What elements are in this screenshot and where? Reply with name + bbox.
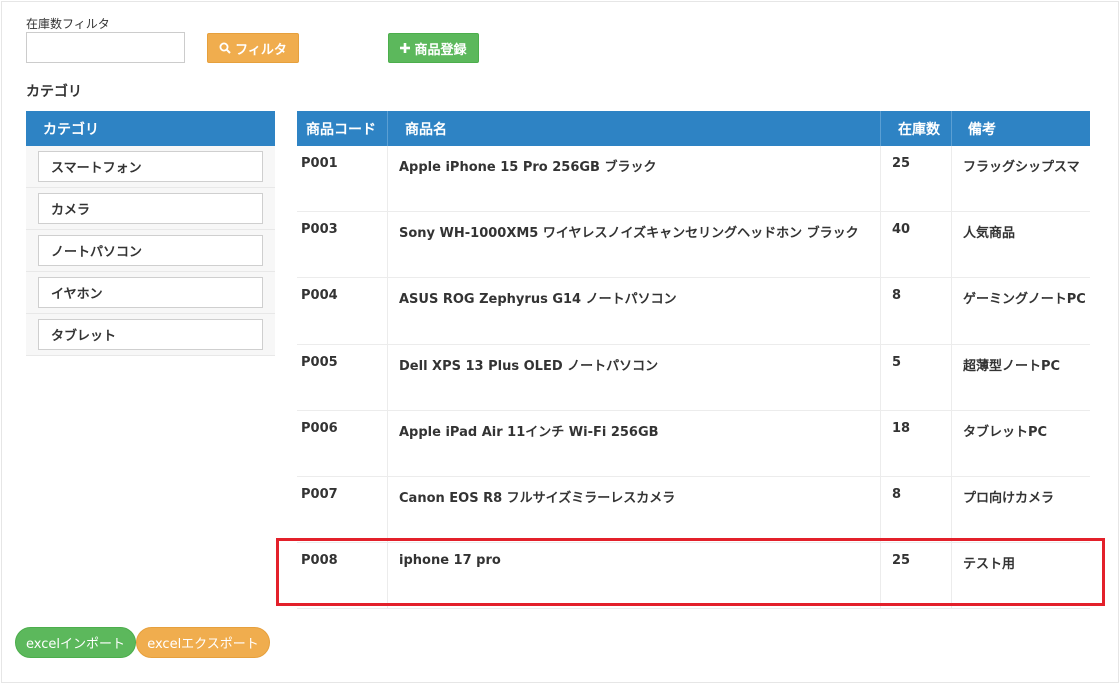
- category-item-earphones[interactable]: イヤホン: [38, 277, 263, 308]
- cell-note: フラッグシップスマ: [963, 160, 1080, 175]
- column-header-name[interactable]: 商品名: [388, 111, 881, 146]
- filter-button-label: フィルタ: [235, 42, 287, 58]
- table-header: 商品コード 商品名 在庫数 備考: [297, 111, 1090, 146]
- column-header-code[interactable]: 商品コード: [297, 111, 388, 146]
- cell-note: 超薄型ノートPC: [963, 358, 1061, 374]
- cell-name: Apple iPad Air 11インチ Wi-Fi 256GB: [388, 410, 881, 476]
- register-product-button-label: 商品登録: [414, 42, 467, 58]
- category-row: イヤホン: [26, 272, 275, 314]
- register-product-button[interactable]: 商品登録: [388, 33, 479, 63]
- category-item-camera[interactable]: カメラ: [38, 193, 263, 224]
- excel-export-button[interactable]: excelエクスポート: [136, 627, 270, 658]
- table-row[interactable]: P003 Sony WH-1000XM5 ワイヤレスノイズキャンセリングヘッドホ…: [297, 212, 1090, 279]
- cell-name: Dell XPS 13 Plus OLED ノートパソコン: [388, 344, 881, 410]
- cell-stock: 18: [881, 410, 952, 476]
- table-row[interactable]: P006 Apple iPad Air 11インチ Wi-Fi 256GB 18…: [297, 410, 1090, 477]
- cell-name: ASUS ROG Zephyrus G14 ノートパソコン: [388, 278, 881, 344]
- cell-stock: 25: [881, 146, 952, 212]
- cell-code: P005: [297, 344, 388, 410]
- column-header-stock[interactable]: 在庫数: [881, 111, 952, 146]
- cell-note: ゲーミングノートPC: [963, 292, 1086, 308]
- product-table: 商品コード 商品名 在庫数 備考 P001 Apple iPhone 15 Pr…: [297, 111, 1090, 609]
- cell-name: Apple iPhone 15 Pro 256GB ブラック: [388, 146, 881, 212]
- cell-code: P007: [297, 476, 388, 543]
- stock-filter-label: 在庫数フィルタ: [26, 17, 110, 31]
- category-row: ノートパソコン: [26, 230, 275, 272]
- cell-note: タブレットPC: [963, 424, 1048, 440]
- plus-icon: [400, 43, 411, 53]
- table-row[interactable]: P001 Apple iPhone 15 Pro 256GB ブラック 25 フ…: [297, 146, 1090, 213]
- category-item-smartphone[interactable]: スマートフォン: [38, 151, 263, 182]
- category-panel-title: カテゴリ: [26, 111, 275, 146]
- column-header-note[interactable]: 備考: [952, 111, 1090, 146]
- cell-stock: 25: [881, 543, 952, 609]
- cell-stock: 40: [881, 212, 952, 278]
- cell-stock: 8: [881, 476, 952, 543]
- stock-filter-input[interactable]: [26, 32, 185, 63]
- excel-import-button[interactable]: excelインポート: [15, 627, 136, 658]
- category-item-laptop[interactable]: ノートパソコン: [38, 235, 263, 266]
- cell-name: Sony WH-1000XM5 ワイヤレスノイズキャンセリングヘッドホン ブラッ…: [388, 212, 881, 278]
- category-row: スマートフォン: [26, 146, 275, 188]
- table-row[interactable]: P004 ASUS ROG Zephyrus G14 ノートパソコン 8 ゲーミ…: [297, 278, 1090, 345]
- category-row: タブレット: [26, 314, 275, 356]
- cell-code: P003: [297, 212, 388, 278]
- cell-code: P006: [297, 410, 388, 476]
- cell-stock: 8: [881, 278, 952, 344]
- table-row[interactable]: P007 Canon EOS R8 フルサイズミラーレスカメラ 8 プロ向けカメ…: [297, 476, 1090, 544]
- filter-button[interactable]: フィルタ: [207, 33, 299, 63]
- category-item-tablet[interactable]: タブレット: [38, 319, 263, 350]
- table-row[interactable]: P005 Dell XPS 13 Plus OLED ノートパソコン 5 超薄型…: [297, 344, 1090, 411]
- category-panel: カテゴリ スマートフォン カメラ ノートパソコン イヤホン タブレット: [26, 111, 275, 356]
- cell-stock: 5: [881, 344, 952, 410]
- cell-note: 人気商品: [963, 226, 1016, 242]
- cell-code: P008: [297, 543, 388, 609]
- cell-note: プロ向けカメラ: [963, 490, 1055, 506]
- table-row[interactable]: P008 iphone 17 pro 25 テスト用: [297, 543, 1090, 609]
- cell-name: Canon EOS R8 フルサイズミラーレスカメラ: [388, 476, 881, 543]
- search-icon: [219, 42, 231, 54]
- category-row: カメラ: [26, 188, 275, 230]
- cell-note: テスト用: [963, 557, 1016, 573]
- cell-code: P001: [297, 146, 388, 212]
- category-heading: カテゴリ: [26, 84, 82, 100]
- cell-code: P004: [297, 278, 388, 344]
- cell-name: iphone 17 pro: [388, 543, 881, 609]
